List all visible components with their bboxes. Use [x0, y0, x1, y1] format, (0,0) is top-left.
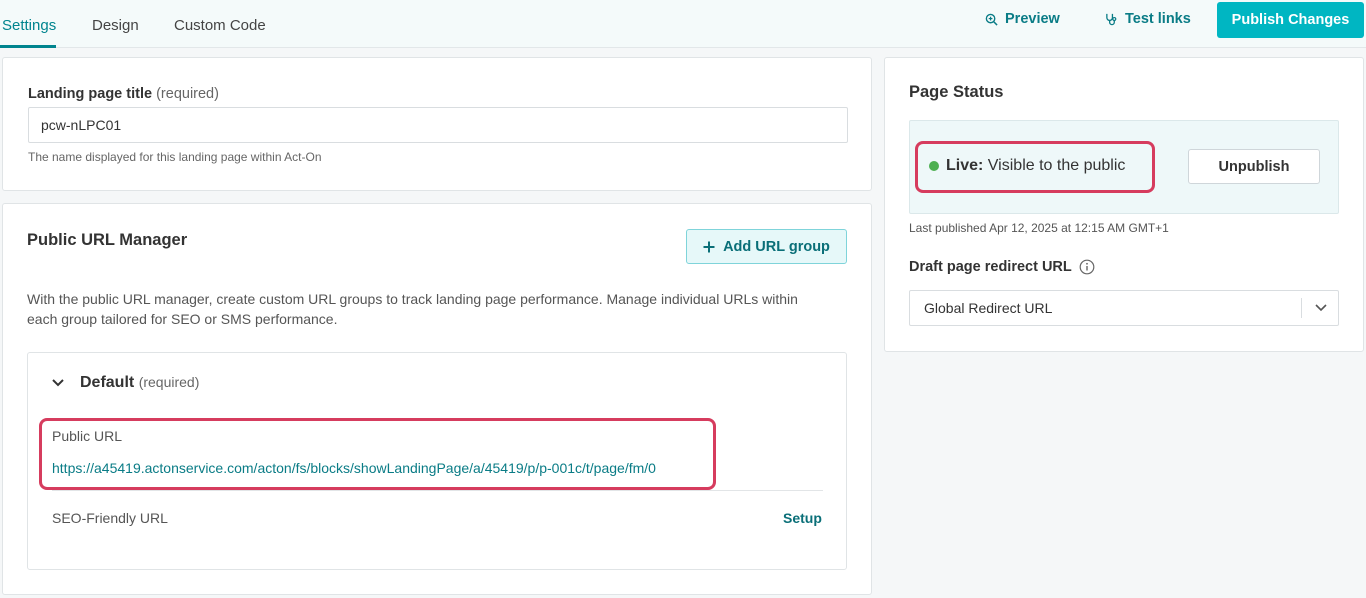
seo-url-label: SEO-Friendly URL	[52, 510, 168, 526]
url-group-required: (required)	[138, 374, 200, 390]
chevron-down-icon[interactable]	[1314, 303, 1328, 313]
live-status-dot-icon	[929, 161, 939, 171]
preview-label: Preview	[1005, 11, 1060, 27]
title-card: Landing page title (required) pcw-nLPC01…	[2, 57, 872, 191]
title-field-label: Landing page title (required)	[28, 86, 219, 102]
url-manager-title: Public URL Manager	[27, 231, 188, 249]
page-status-title: Page Status	[909, 83, 1004, 101]
url-group-name: Default	[80, 374, 135, 391]
status-description: Visible to the public	[987, 157, 1126, 174]
title-input-value: pcw-nLPC01	[41, 117, 122, 133]
public-url-link[interactable]: https://a45419.actonservice.com/acton/fs…	[52, 460, 656, 476]
stethoscope-icon	[1106, 13, 1117, 25]
required-text: (required)	[156, 86, 219, 102]
landing-page-title-input[interactable]: pcw-nLPC01	[28, 107, 848, 143]
tab-active-indicator	[0, 45, 56, 48]
tab-design[interactable]: Design	[92, 17, 139, 34]
status-text: Live: Visible to the public	[946, 157, 1125, 175]
unpublish-button[interactable]: Unpublish	[1188, 149, 1320, 184]
add-url-group-button[interactable]: Add URL group	[686, 229, 847, 264]
test-links-label: Test links	[1125, 11, 1191, 27]
public-url-highlight	[39, 418, 716, 490]
test-links-button[interactable]: Test links	[1105, 11, 1191, 27]
add-url-group-label: Add URL group	[723, 238, 830, 255]
preview-button[interactable]: Preview	[985, 11, 1060, 27]
redirect-label-row: Draft page redirect URL	[909, 259, 1095, 275]
info-icon[interactable]	[1079, 259, 1095, 275]
url-divider	[52, 490, 823, 491]
redirect-label: Draft page redirect URL	[909, 259, 1072, 275]
url-manager-description: With the public URL manager, create cust…	[27, 291, 798, 327]
publish-changes-button[interactable]: Publish Changes	[1217, 2, 1364, 38]
last-published-text: Last published Apr 12, 2025 at 12:15 AM …	[909, 221, 1169, 235]
public-url-label: Public URL	[52, 428, 123, 444]
select-divider	[1301, 298, 1302, 318]
top-bar: Settings Design Custom Code Preview Test…	[0, 0, 1366, 48]
redirect-select-value: Global Redirect URL	[924, 300, 1053, 316]
chevron-down-icon[interactable]	[51, 377, 65, 389]
url-group-header[interactable]: Default (required)	[80, 374, 199, 392]
plus-icon	[703, 241, 715, 252]
title-label-text: Landing page title	[28, 86, 153, 102]
status-bold: Live:	[946, 157, 984, 174]
tab-custom-code[interactable]: Custom Code	[174, 17, 266, 34]
zoom-icon	[985, 13, 998, 26]
tab-settings[interactable]: Settings	[2, 17, 56, 34]
title-helper-text: The name displayed for this landing page…	[28, 150, 322, 164]
redirect-select[interactable]: Global Redirect URL	[909, 290, 1339, 326]
seo-setup-link[interactable]: Setup	[783, 510, 822, 526]
